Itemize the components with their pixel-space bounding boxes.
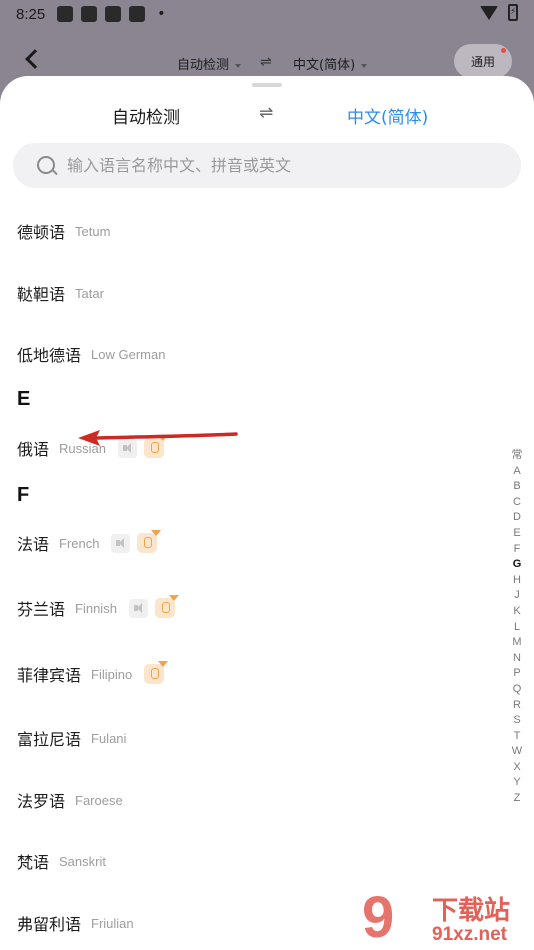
language-name-zh: 鞑靼语 [17,285,66,304]
notification-icon [81,6,98,22]
voice-input-icon [154,595,179,618]
language-name-zh: 弗留利语 [17,915,82,934]
watermark-mark: 9 [362,885,395,950]
speaker-icon [128,598,148,618]
alphabet-index-letter[interactable]: X [510,760,524,776]
alphabet-index-letter[interactable]: M [510,635,524,651]
wifi-icon [480,5,498,20]
alphabet-index-letter[interactable]: Y [510,775,524,791]
alphabet-index-letter[interactable]: P [510,666,524,682]
alphabet-index-letter[interactable]: F [510,542,524,558]
language-name-zh: 芬兰语 [17,600,66,619]
alphabet-index-letter[interactable]: 常 [510,448,524,464]
status-bar: 8:25 • ⚡ [0,0,534,28]
source-language-tab[interactable]: 自动检测 [112,103,180,128]
alphabet-index-letter[interactable]: H [510,573,524,589]
watermark-name: 下载站 [432,896,511,926]
language-name-zh: 法罗语 [17,792,66,811]
notification-icon [105,6,122,22]
language-name-en: Tatar [75,285,104,301]
language-name-en: Finnish [75,600,117,616]
drag-handle[interactable] [252,83,282,87]
voice-input-icon [144,661,169,684]
caret-down-icon [361,63,368,68]
alphabet-index[interactable]: 常ABCDEFGHJKLMNPQRSTWXYZ [510,448,524,807]
list-item[interactable]: 低地德语 Low German [17,339,165,369]
top-target-lang-label: 中文(简体) [293,58,356,73]
alphabet-index-letter[interactable]: E [510,526,524,542]
list-item[interactable]: 弗留利语 Friulian [17,908,134,938]
language-name-zh: 菲律宾语 [17,666,82,685]
battery-icon: ⚡ [508,4,518,21]
language-name-en: Filipino [91,666,133,682]
target-language-tab[interactable]: 中文(简体) [347,103,428,128]
language-name-zh: 低地德语 [17,346,82,365]
language-name-zh: 俄语 [17,440,50,459]
language-picker-sheet: 自动检测 ⇌ 中文(简体) 德顿语 Tetum 鞑靼语 Tatar 低地德语 L… [0,76,534,950]
language-name-en: Tetum [75,223,111,239]
alphabet-index-letter[interactable]: G [510,557,524,573]
list-item[interactable]: 菲律宾语 Filipino [17,659,169,689]
top-source-lang-label: 自动检测 [177,58,230,73]
language-name-en: Low German [91,346,166,362]
back-icon[interactable] [25,49,45,69]
alphabet-index-letter[interactable]: B [510,479,524,495]
general-button[interactable]: 通用 [454,44,512,78]
alphabet-index-letter[interactable]: T [510,729,524,745]
annotation-arrow-icon [78,430,238,446]
list-item[interactable]: 德顿语 Tetum [17,216,110,246]
alphabet-index-letter[interactable]: J [510,588,524,604]
language-name-en: Friulian [91,915,134,931]
notification-icon [129,6,146,22]
alphabet-index-letter[interactable]: A [510,464,524,480]
language-name-zh: 梵语 [17,853,50,872]
general-button-label: 通用 [470,54,495,69]
language-name-zh: 德顿语 [17,223,66,242]
status-icons: ⚡ [480,4,518,21]
alphabet-index-letter[interactable]: W [510,744,524,760]
language-name-en: French [59,535,100,551]
status-time: 8:25 [16,5,46,23]
top-swap-icon[interactable]: ⇌ [260,54,272,70]
voice-input-icon [137,530,162,553]
top-source-lang[interactable]: 自动检测 [177,54,242,73]
section-header-e: E [17,388,31,410]
swap-icon[interactable]: ⇌ [259,103,273,123]
notification-dot [501,48,506,53]
alphabet-index-letter[interactable]: Q [510,682,524,698]
alphabet-index-letter[interactable]: K [510,604,524,620]
watermark-logo: 9 下载站 91xz.net [362,888,532,950]
alphabet-index-letter[interactable]: L [510,620,524,636]
language-name-en: Sanskrit [59,853,106,869]
search-icon [37,155,57,176]
alphabet-index-letter[interactable]: D [510,510,524,526]
more-notifications-icon: • [157,6,166,22]
list-item[interactable]: 法语 French [17,528,162,558]
speaker-icon [111,533,131,553]
language-name-en: Fulani [91,730,127,746]
list-item[interactable]: 法罗语 Faroese [17,785,123,815]
top-target-lang[interactable]: 中文(简体) [293,54,368,73]
list-item[interactable]: 富拉尼语 Fulani [17,723,126,753]
alphabet-index-letter[interactable]: R [510,698,524,714]
list-item[interactable]: 梵语 Sanskrit [17,846,106,876]
section-header-f: F [17,484,30,506]
watermark-url: 91xz.net [432,924,507,945]
language-name-zh: 法语 [17,535,50,554]
caret-down-icon [235,63,242,68]
search-bar[interactable] [13,143,521,188]
language-name-en: Faroese [75,792,123,808]
alphabet-index-letter[interactable]: S [510,713,524,729]
notification-icon [57,6,74,22]
alphabet-index-letter[interactable]: Z [510,791,524,807]
language-name-zh: 富拉尼语 [17,730,82,749]
list-item[interactable]: 鞑靼语 Tatar [17,278,104,308]
alphabet-index-letter[interactable]: C [510,495,524,511]
list-item[interactable]: 芬兰语 Finnish [17,593,179,623]
search-input[interactable] [67,156,487,175]
alphabet-index-letter[interactable]: N [510,651,524,667]
